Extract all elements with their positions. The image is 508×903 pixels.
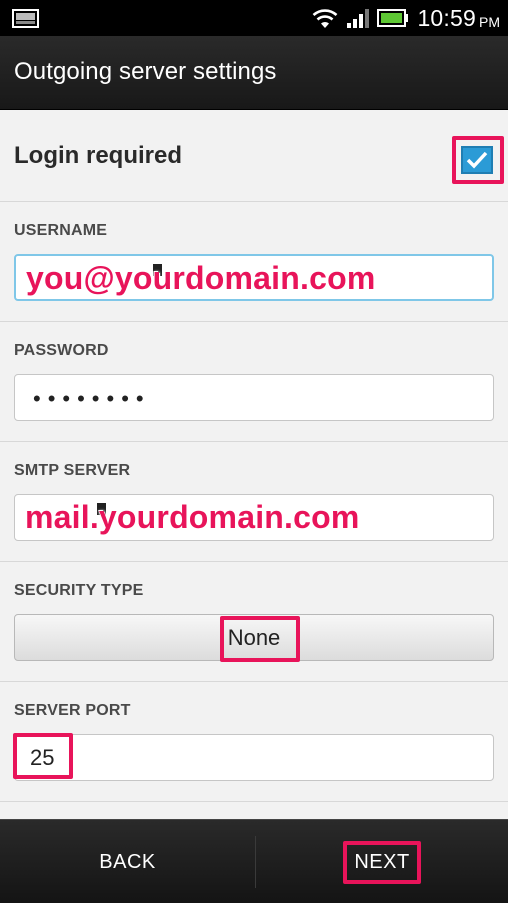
server-port-highlight — [13, 733, 73, 779]
checkmark-icon — [466, 151, 488, 169]
clock-time: 10:59 — [417, 4, 476, 31]
title-bar: Outgoing server settings — [0, 36, 508, 110]
security-type-label: SECURITY TYPE — [14, 582, 144, 599]
page-title: Outgoing server settings — [14, 58, 277, 85]
server-port-input[interactable]: 25 — [14, 734, 494, 781]
login-required-checkbox[interactable] — [461, 146, 493, 174]
smtp-server-section: SMTP SERVER mail.yourdomain.com — [0, 442, 508, 562]
login-required-row[interactable]: Login required — [0, 110, 508, 202]
signal-icon — [347, 9, 370, 28]
login-required-label: Login required — [14, 142, 182, 169]
smtp-server-value: mail.yourdomain.com — [25, 499, 360, 535]
username-input[interactable]: you@yourdomain.com — [14, 254, 494, 301]
security-type-dropdown[interactable]: None — [14, 614, 494, 662]
status-bar: 10:59 PM — [0, 0, 508, 36]
wifi-icon — [313, 9, 338, 28]
server-port-section: SERVER PORT 25 — [0, 682, 508, 802]
username-value: you@yourdomain.com — [26, 260, 376, 296]
next-button[interactable]: NEXT — [256, 820, 508, 903]
status-right: 10:59 PM — [311, 0, 500, 36]
back-button[interactable]: BACK — [0, 820, 255, 903]
security-type-highlight — [220, 616, 300, 662]
security-type-section: SECURITY TYPE None — [0, 562, 508, 682]
bottom-action-bar: BACK NEXT — [0, 819, 508, 903]
username-section: USERNAME you@yourdomain.com — [0, 202, 508, 322]
battery-icon — [377, 9, 409, 27]
next-button-label: NEXT — [343, 840, 421, 884]
clock: 10:59 PM — [417, 5, 500, 32]
password-label: PASSWORD — [14, 342, 109, 359]
screen: 10:59 PM Outgoing server settings Login … — [0, 0, 508, 903]
clock-ampm: PM — [479, 13, 500, 30]
password-value: •••••••• — [33, 386, 151, 411]
password-section: PASSWORD •••••••• — [0, 322, 508, 442]
server-port-label: SERVER PORT — [14, 702, 131, 719]
smtp-server-input[interactable]: mail.yourdomain.com — [14, 494, 494, 541]
username-label: USERNAME — [14, 222, 108, 239]
password-input[interactable]: •••••••• — [14, 374, 494, 421]
notification-image-icon — [12, 9, 39, 28]
smtp-server-label: SMTP SERVER — [14, 462, 131, 479]
